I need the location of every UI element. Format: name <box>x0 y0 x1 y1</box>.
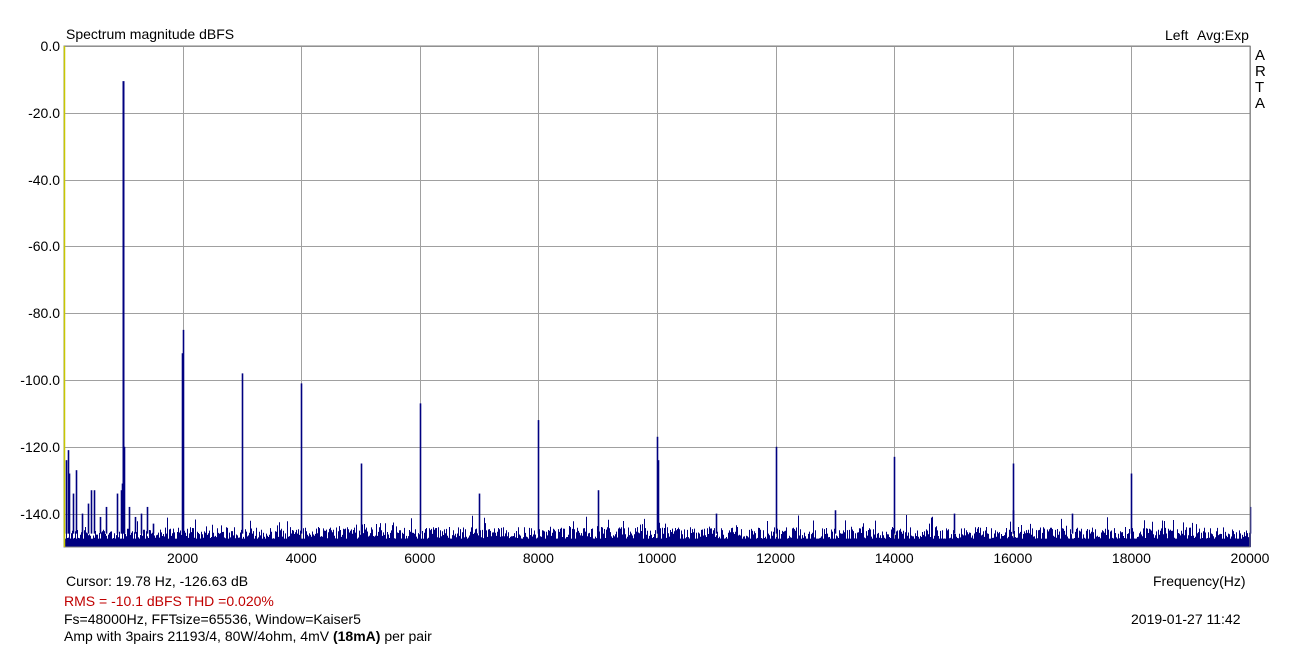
x-tick-label: 10000 <box>637 550 677 566</box>
y-tick-label: -140.0 <box>20 505 60 522</box>
x-axis-label: Frequency(Hz) <box>1153 573 1246 589</box>
measurement-description: Amp with 3pairs 21193/4, 80W/4ohm, 4mV (… <box>64 628 432 644</box>
x-tick-label: 8000 <box>522 550 554 566</box>
x-tick-label: 12000 <box>756 550 796 566</box>
noise-floor-band <box>64 538 1250 547</box>
y-tick-label: -20.0 <box>28 104 60 121</box>
watermark-letter: A <box>1255 47 1266 64</box>
x-tick-label: 6000 <box>404 550 436 566</box>
x-tick-label: 16000 <box>993 550 1033 566</box>
y-tick-label: -40.0 <box>28 171 60 188</box>
y-tick-label: 0.0 <box>40 38 60 54</box>
y-tick-label: -120.0 <box>20 438 60 455</box>
x-tick-label: 20000 <box>1230 550 1270 566</box>
timestamp: 2019-01-27 11:42 <box>1131 611 1241 627</box>
watermark-letter: T <box>1255 79 1265 96</box>
cursor-readout: Cursor: 19.78 Hz, -126.63 dB <box>66 573 249 589</box>
watermark-letter: A <box>1255 95 1266 112</box>
chart-title: Spectrum magnitude dBFS <box>66 26 235 42</box>
description-bias-current: (18mA) <box>332 628 381 644</box>
x-tick-label: 4000 <box>285 550 317 566</box>
description-prefix: Amp with 3pairs 21193/4, 80W/4ohm, 4mV <box>64 628 333 644</box>
rms-thd-readout: RMS = -10.1 dBFS THD =0.020% <box>64 593 274 609</box>
watermark-letter: R <box>1255 63 1266 80</box>
description-suffix: per pair <box>380 628 432 644</box>
y-tick-label: -60.0 <box>28 238 60 255</box>
x-tick-label: 14000 <box>874 550 914 566</box>
fft-info: Fs=48000Hz, FFTsize=65536, Window=Kaiser… <box>64 611 361 627</box>
x-tick-label: 2000 <box>167 550 199 566</box>
y-tick-label: -80.0 <box>28 305 60 322</box>
x-tick-label: 18000 <box>1111 550 1151 566</box>
y-tick-label: -100.0 <box>20 372 60 388</box>
averaging-label: Avg:Exp <box>1197 27 1249 43</box>
channel-label: Left <box>1165 27 1189 43</box>
